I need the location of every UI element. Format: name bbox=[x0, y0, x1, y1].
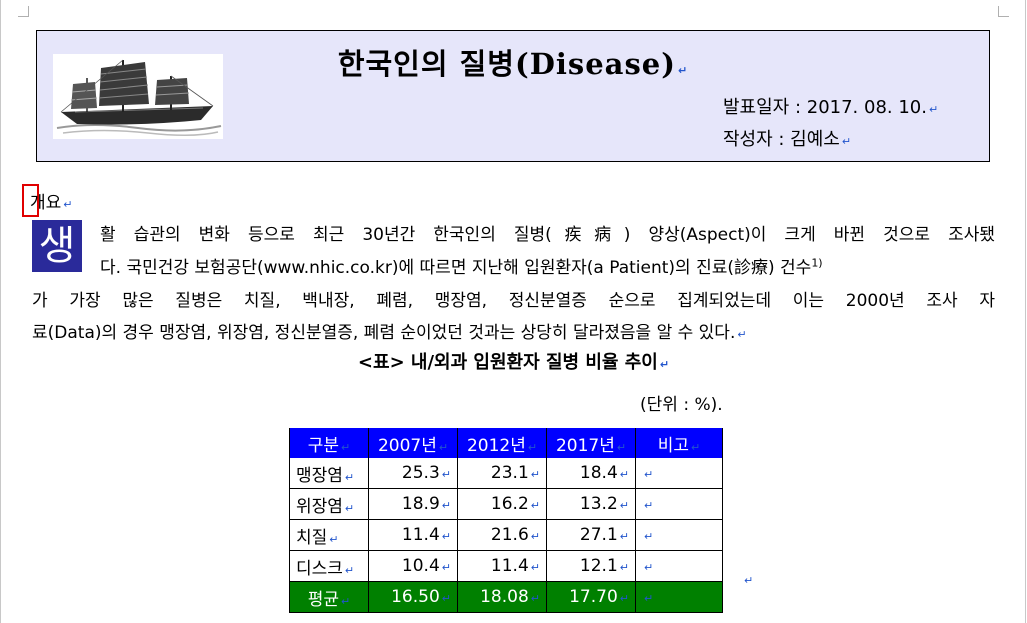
value-cell[interactable]: 23.1 ↵ bbox=[457, 458, 547, 489]
paragraph-mark-icon: ↵ bbox=[841, 135, 852, 148]
margin-corner-mark bbox=[18, 6, 29, 17]
drop-cap: 생 bbox=[32, 220, 82, 272]
section-heading[interactable]: 개요 ↵ bbox=[30, 188, 73, 213]
margin-corner-mark bbox=[998, 6, 1009, 17]
document-title: 한국인의 질병(Disease) ↵ bbox=[37, 41, 989, 83]
publish-date-text: 발표일자 : 2017. 08. 10. bbox=[723, 97, 927, 118]
table-row: 맹장염 ↵ 25.3 ↵ 23.1 ↵ 18.4 ↵ ↵ bbox=[289, 458, 723, 489]
paragraph-mark-icon: ↵ bbox=[928, 103, 939, 116]
value-cell[interactable]: 27.1 ↵ bbox=[546, 519, 636, 551]
paragraph-mark-icon: ↵ bbox=[677, 64, 689, 77]
body-paragraph-line[interactable]: 료(Data)의 경우 맹장염, 위장염, 정신분열증, 폐렴 순이었던 것과는… bbox=[32, 318, 747, 343]
value-cell[interactable]: 21.6 ↵ bbox=[457, 519, 547, 551]
value-cell[interactable]: 16.2 ↵ bbox=[457, 488, 547, 520]
average-value-cell[interactable]: 18.08 ↵ bbox=[457, 581, 547, 613]
table-header-cell[interactable]: 구분 ↵ bbox=[289, 428, 369, 458]
value-cell[interactable]: 11.4 ↵ bbox=[368, 519, 458, 551]
table-header-cell[interactable]: 2007년 ↵ bbox=[368, 428, 458, 458]
page-right-edge bbox=[1025, 0, 1026, 623]
drop-cap-letter: 생 bbox=[38, 223, 76, 269]
body-paragraph-line[interactable]: 가 가장 많은 질병은 치질, 백내장, 폐렴, 맹장염, 정신분열증 순으로 … bbox=[32, 286, 995, 311]
title-header-box[interactable]: 한국인의 질병(Disease) ↵ 발표일자 : 2017. 08. 10. ↵ … bbox=[36, 30, 990, 162]
value-cell[interactable]: 10.4 ↵ bbox=[368, 550, 458, 582]
table-row: 위장염 ↵ 18.9 ↵ 16.2 ↵ 13.2 ↵ ↵ bbox=[289, 488, 723, 520]
table-header-row: 구분 ↵ 2007년 ↵ 2012년 ↵ 2017년 ↵ 비고 ↵ bbox=[289, 428, 723, 458]
note-cell[interactable]: ↵ bbox=[635, 550, 723, 582]
value-cell[interactable]: 13.2 ↵ bbox=[546, 488, 636, 520]
author-line: 작성자 : 김예소 ↵ bbox=[723, 125, 851, 151]
disease-name-cell[interactable]: 치질 ↵ bbox=[289, 519, 369, 551]
author-text: 작성자 : 김예소 bbox=[723, 129, 840, 150]
footnote-reference[interactable]: 1) bbox=[811, 256, 822, 269]
value-cell[interactable]: 25.3 ↵ bbox=[368, 458, 458, 489]
section-heading-text: 개요 bbox=[30, 193, 62, 213]
body-paragraph-line[interactable]: 다. 국민건강 보험공단(www.nhic.co.kr)에 따르면 지난해 입원… bbox=[100, 253, 823, 278]
value-cell[interactable]: 18.9 ↵ bbox=[368, 488, 458, 520]
average-value-cell[interactable]: 17.70 ↵ bbox=[546, 581, 636, 613]
table-header-cell[interactable]: 2017년 ↵ bbox=[546, 428, 636, 458]
value-cell[interactable]: 11.4 ↵ bbox=[457, 550, 547, 582]
page-left-edge bbox=[0, 0, 1, 623]
table-row: 치질 ↵ 11.4 ↵ 21.6 ↵ 27.1 ↵ ↵ bbox=[289, 519, 723, 551]
body-paragraph-line[interactable]: 활 습관의 변화 등으로 최근 30년간 한국인의 질병(疾病) 양상(Aspe… bbox=[100, 220, 995, 245]
value-cell[interactable]: 12.1 ↵ bbox=[546, 550, 636, 582]
disease-name-cell[interactable]: 위장염 ↵ bbox=[289, 488, 369, 520]
value-cell[interactable]: 18.4 ↵ bbox=[546, 458, 636, 489]
title-text: 한국인의 질병(Disease) bbox=[337, 47, 676, 81]
disease-ratio-table[interactable]: 구분 ↵ 2007년 ↵ 2012년 ↵ 2017년 ↵ 비고 ↵ 맹장염 ↵ 25.3 ↵ … bbox=[289, 428, 723, 613]
body-text: 료(Data)의 경우 맹장염, 위장염, 정신분열증, 폐렴 순이었던 것과는… bbox=[32, 323, 736, 343]
paragraph-mark-icon: ↵ bbox=[744, 574, 754, 587]
note-cell[interactable]: ↵ bbox=[635, 581, 723, 613]
body-text: 다. 국민건강 보험공단(www.nhic.co.kr)에 따르면 지난해 입원… bbox=[100, 258, 812, 278]
unit-note[interactable]: (단위 : %). bbox=[640, 390, 723, 415]
average-label-cell[interactable]: 평균 ↵ bbox=[289, 581, 369, 613]
note-cell[interactable]: ↵ bbox=[635, 519, 723, 551]
paragraph-mark-icon: ↵ bbox=[737, 328, 747, 341]
paragraph-mark-icon: ↵ bbox=[63, 198, 73, 211]
paragraph-mark-icon: ↵ bbox=[659, 358, 670, 371]
average-value-cell[interactable]: 16.50 ↵ bbox=[368, 581, 458, 613]
table-row: 디스크 ↵ 10.4 ↵ 11.4 ↵ 12.1 ↵ ↵ bbox=[289, 550, 723, 582]
table-caption[interactable]: <표> 내/외과 입원환자 질병 비율 추이 ↵ bbox=[0, 348, 1027, 374]
table-header-cell[interactable]: 2012년 ↵ bbox=[457, 428, 547, 458]
note-cell[interactable]: ↵ bbox=[635, 458, 723, 489]
table-average-row: 평균 ↵ 16.50 ↵ 18.08 ↵ 17.70 ↵ ↵ bbox=[289, 581, 723, 613]
disease-name-cell[interactable]: 맹장염 ↵ bbox=[289, 458, 369, 489]
table-caption-text: <표> 내/외과 입원환자 질병 비율 추이 bbox=[357, 352, 658, 373]
table-header-cell[interactable]: 비고 ↵ bbox=[635, 428, 723, 458]
note-cell[interactable]: ↵ bbox=[635, 488, 723, 520]
disease-name-cell[interactable]: 디스크 ↵ bbox=[289, 550, 369, 582]
publish-date: 발표일자 : 2017. 08. 10. ↵ bbox=[723, 93, 938, 119]
